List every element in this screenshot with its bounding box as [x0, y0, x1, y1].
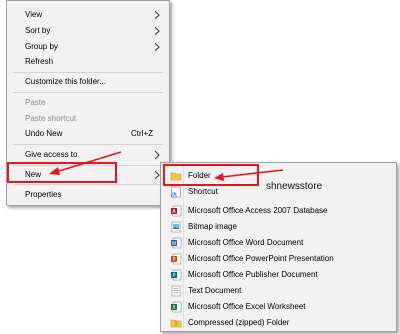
- menu-item-group-by[interactable]: Group by: [7, 39, 169, 55]
- menu-separator: [13, 72, 163, 73]
- chevron-right-icon: [154, 42, 160, 52]
- submenu-item-label: Microsoft Office Access 2007 Database: [188, 206, 328, 215]
- menu-item-label: Give access to: [25, 150, 78, 159]
- menu-item-sort-by[interactable]: Sort by: [7, 23, 169, 39]
- svg-text:P: P: [172, 273, 175, 279]
- menu-item-paste: Paste: [7, 95, 169, 111]
- submenu-item-label: Text Document: [188, 286, 242, 295]
- menu-item-label: New: [25, 170, 42, 179]
- menu-item-refresh[interactable]: Refresh: [7, 54, 169, 70]
- menu-item-label: Sort by: [25, 26, 51, 35]
- menu-item-label: Refresh: [25, 57, 54, 66]
- menu-item-shortcut: Ctrl+Z: [131, 129, 153, 138]
- zip-folder-icon: [170, 319, 182, 328]
- submenu-item-label: Folder: [188, 171, 211, 180]
- powerpoint-icon: P: [171, 253, 182, 265]
- submenu-item-label: Bitmap image: [188, 222, 237, 231]
- word-icon: W: [171, 237, 182, 249]
- shortcut-icon: [171, 186, 181, 198]
- submenu-item-label: Microsoft Office Publisher Document: [188, 270, 318, 279]
- chevron-right-icon: [154, 26, 160, 36]
- submenu-item-publisher[interactable]: P Microsoft Office Publisher Document: [161, 267, 396, 283]
- menu-item-give-access[interactable]: Give access to: [7, 147, 169, 163]
- menu-item-customize-folder[interactable]: Customize this folder...: [7, 74, 169, 90]
- menu-item-view[interactable]: View: [7, 7, 169, 23]
- menu-item-undo-new[interactable]: Undo New Ctrl+Z: [7, 126, 169, 142]
- submenu-item-bitmap[interactable]: Bitmap image: [161, 219, 396, 235]
- svg-text:X: X: [172, 305, 176, 311]
- publisher-icon: P: [171, 269, 182, 281]
- submenu-item-label: Microsoft Office Excel Worksheet: [188, 302, 306, 311]
- submenu-item-excel[interactable]: X Microsoft Office Excel Worksheet: [161, 299, 396, 315]
- menu-item-label: Paste: [25, 98, 46, 107]
- svg-text:A: A: [172, 209, 176, 215]
- excel-icon: X: [171, 301, 182, 313]
- submenu-item-label: Compressed (zipped) Folder: [188, 318, 290, 327]
- menu-separator: [13, 144, 163, 145]
- submenu-item-zip-folder[interactable]: Compressed (zipped) Folder: [161, 315, 396, 331]
- svg-text:P: P: [172, 257, 175, 263]
- menu-item-paste-shortcut: Paste shortcut: [7, 111, 169, 127]
- menu-separator: [13, 184, 163, 185]
- access-icon: A: [171, 205, 182, 217]
- chevron-right-icon: [154, 10, 160, 20]
- bitmap-icon: [171, 221, 181, 233]
- folder-icon: [170, 172, 182, 181]
- watermark-text: shnewsstore: [266, 181, 323, 192]
- svg-text:W: W: [172, 241, 177, 247]
- menu-item-label: Customize this folder...: [25, 77, 106, 86]
- submenu-item-powerpoint[interactable]: P Microsoft Office PowerPoint Presentati…: [161, 251, 396, 267]
- menu-item-properties[interactable]: Properties: [7, 187, 169, 203]
- submenu-item-word-document[interactable]: W Microsoft Office Word Document: [161, 235, 396, 251]
- menu-item-new[interactable]: New: [7, 167, 169, 183]
- submenu-item-text-document[interactable]: Text Document: [161, 283, 396, 299]
- menu-separator: [13, 92, 163, 93]
- desktop-context-menu: View Sort by Group by Refresh Customize …: [6, 0, 170, 206]
- menu-item-label: Group by: [25, 42, 58, 51]
- menu-item-label: Undo New: [25, 129, 63, 138]
- menu-item-label: Paste shortcut: [25, 114, 77, 123]
- submenu-item-label: Shortcut: [188, 187, 218, 196]
- submenu-item-label: Microsoft Office PowerPoint Presentation: [188, 254, 334, 263]
- menu-separator: [13, 165, 163, 166]
- submenu-item-access-database[interactable]: A Microsoft Office Access 2007 Database: [161, 203, 396, 219]
- chevron-right-icon: [154, 150, 160, 160]
- text-document-icon: [171, 285, 181, 297]
- menu-item-label: View: [25, 10, 43, 19]
- menu-item-label: Properties: [25, 190, 62, 199]
- submenu-item-label: Microsoft Office Word Document: [188, 238, 304, 247]
